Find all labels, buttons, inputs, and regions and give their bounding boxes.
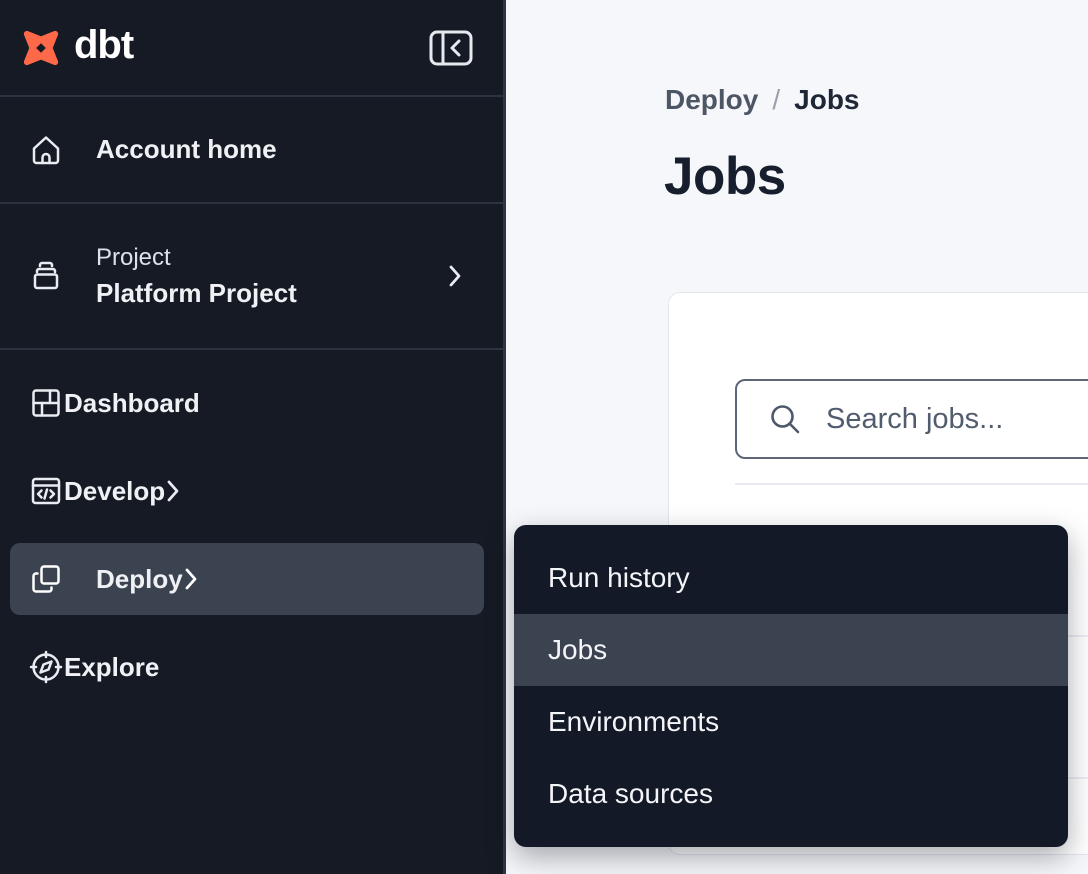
project-name: Platform Project: [96, 278, 297, 309]
project-kicker: Project: [96, 244, 297, 272]
menu-item-run-history[interactable]: Run history: [514, 542, 1068, 614]
search-input[interactable]: [826, 381, 1088, 457]
breadcrumb: Deploy / Jobs: [665, 84, 860, 116]
collapse-sidebar-icon[interactable]: [429, 28, 473, 68]
sidebar-item-label: Deploy: [96, 564, 183, 595]
sidebar-item-explore[interactable]: Explore: [0, 623, 503, 711]
project-icon: [28, 258, 64, 294]
deploy-active-highlight[interactable]: Deploy: [10, 543, 484, 615]
breadcrumb-deploy-link[interactable]: Deploy: [665, 84, 758, 116]
sidebar-item-develop[interactable]: Develop: [0, 447, 503, 535]
brand-name: dbt: [74, 23, 133, 68]
sidebar-item-dashboard[interactable]: Dashboard: [0, 359, 503, 447]
sidebar: dbt Account home: [0, 0, 506, 874]
deploy-icon: [28, 561, 64, 597]
home-icon: [28, 132, 64, 168]
sidebar-item-label: Develop: [64, 476, 165, 507]
sidebar-nav: Dashboard Develop: [0, 350, 503, 711]
dbt-logo-icon: [18, 25, 64, 71]
deploy-flyout-menu: Run history Jobs Environments Data sourc…: [514, 525, 1068, 847]
sidebar-header: dbt: [0, 0, 503, 95]
menu-item-data-sources[interactable]: Data sources: [514, 758, 1068, 830]
divider: [735, 483, 1088, 485]
explore-icon: [28, 649, 64, 685]
sidebar-item-deploy[interactable]: Deploy: [0, 535, 503, 623]
sidebar-item-label: Explore: [64, 652, 159, 683]
sidebar-item-account-home[interactable]: Account home: [0, 97, 503, 202]
dashboard-icon: [28, 385, 64, 421]
chevron-right-icon: [165, 477, 181, 505]
sidebar-item-label: Dashboard: [64, 388, 200, 419]
search-box[interactable]: [735, 379, 1088, 459]
sidebar-item-label: Account home: [96, 134, 277, 165]
develop-icon: [28, 473, 64, 509]
breadcrumb-separator: /: [772, 84, 780, 116]
chevron-right-icon: [447, 262, 463, 290]
menu-item-environments[interactable]: Environments: [514, 686, 1068, 758]
sidebar-item-project[interactable]: Project Platform Project: [0, 204, 503, 348]
chevron-right-icon: [183, 565, 199, 593]
menu-item-jobs[interactable]: Jobs: [514, 614, 1068, 686]
page-title: Jobs: [664, 146, 786, 207]
breadcrumb-current: Jobs: [794, 84, 859, 116]
search-icon: [768, 402, 802, 436]
